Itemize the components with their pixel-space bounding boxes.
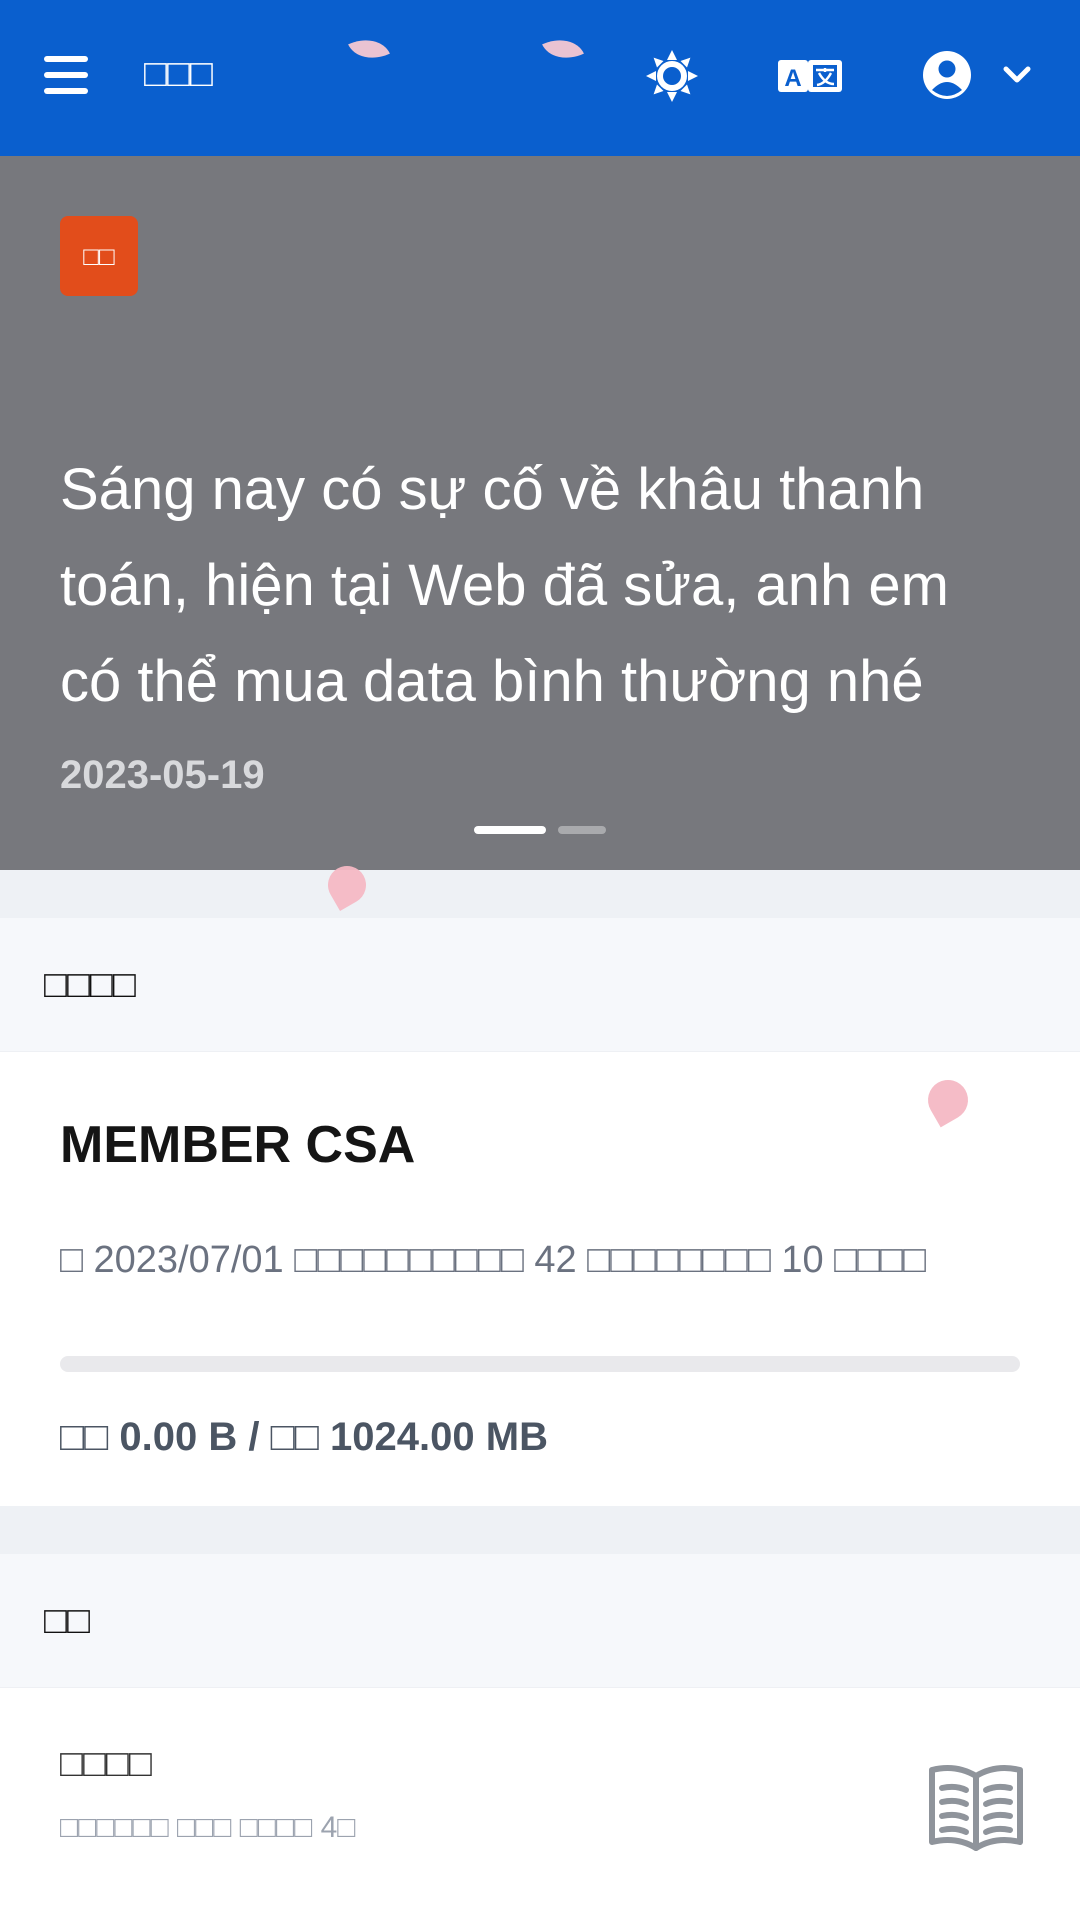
announcement-carousel[interactable]: □□ Sáng nay có sự cố về khâu thanh toán,…: [0, 156, 1080, 870]
chevron-down-icon: [1003, 66, 1031, 83]
announcement-date: 2023-05-19: [60, 753, 265, 797]
petal-decoration: [542, 30, 584, 68]
menu-icon[interactable]: [44, 56, 88, 94]
shortcut-title: □□□□: [60, 1743, 152, 1785]
user-menu-button[interactable]: [922, 50, 1034, 102]
announcement-text: Sáng nay có sự cố về khâu thanh toán, hi…: [60, 457, 949, 714]
subscription-card: □□□□ MEMBER CSA □ 2023/07/01 □□□□□□□□□□ …: [0, 918, 1080, 1506]
traffic-progress-bar: [60, 1356, 1020, 1372]
book-open-icon: [929, 1765, 1023, 1851]
shortcut-description: □□□□□□ □□□ □□□□ 4□: [60, 1811, 356, 1844]
user-circle-icon: [923, 51, 971, 99]
subscription-card-header: □□□□: [0, 918, 1080, 1052]
page: □□□ A □□ Sáng nay có sự cố về khâu thanh…: [0, 0, 1080, 1920]
carousel-dot-1[interactable]: [474, 826, 546, 834]
carousel-dot-2[interactable]: [558, 826, 606, 834]
shortcuts-section-title: □□: [44, 1600, 90, 1642]
traffic-usage-text: □□ 0.00 B / □□ 1024.00 MB: [60, 1415, 548, 1459]
carousel-indicators: [474, 826, 614, 836]
plan-name: MEMBER CSA: [60, 1116, 416, 1174]
shortcut-item-tutorial[interactable]: □□□□ □□□□□□ □□□ □□□□ 4□: [0, 1688, 1080, 1920]
svg-text:A: A: [784, 65, 801, 92]
translate-icon[interactable]: A: [778, 56, 842, 96]
top-app-bar: □□□ A: [0, 0, 1080, 156]
announcement-tag: □□: [60, 216, 138, 296]
shortcuts-card: □□ □□□□ □□□□□□ □□□ □□□□ 4□: [0, 1554, 1080, 1920]
subscription-section-title: □□□□: [44, 964, 136, 1006]
sun-icon[interactable]: [646, 50, 698, 102]
app-title: □□□: [144, 53, 213, 95]
plan-expire-text: □ 2023/07/01 □□□□□□□□□□ 42 □□□□□□□□ 10 □…: [60, 1239, 926, 1281]
shortcuts-card-header: □□: [0, 1554, 1080, 1688]
petal-decoration: [348, 30, 390, 68]
